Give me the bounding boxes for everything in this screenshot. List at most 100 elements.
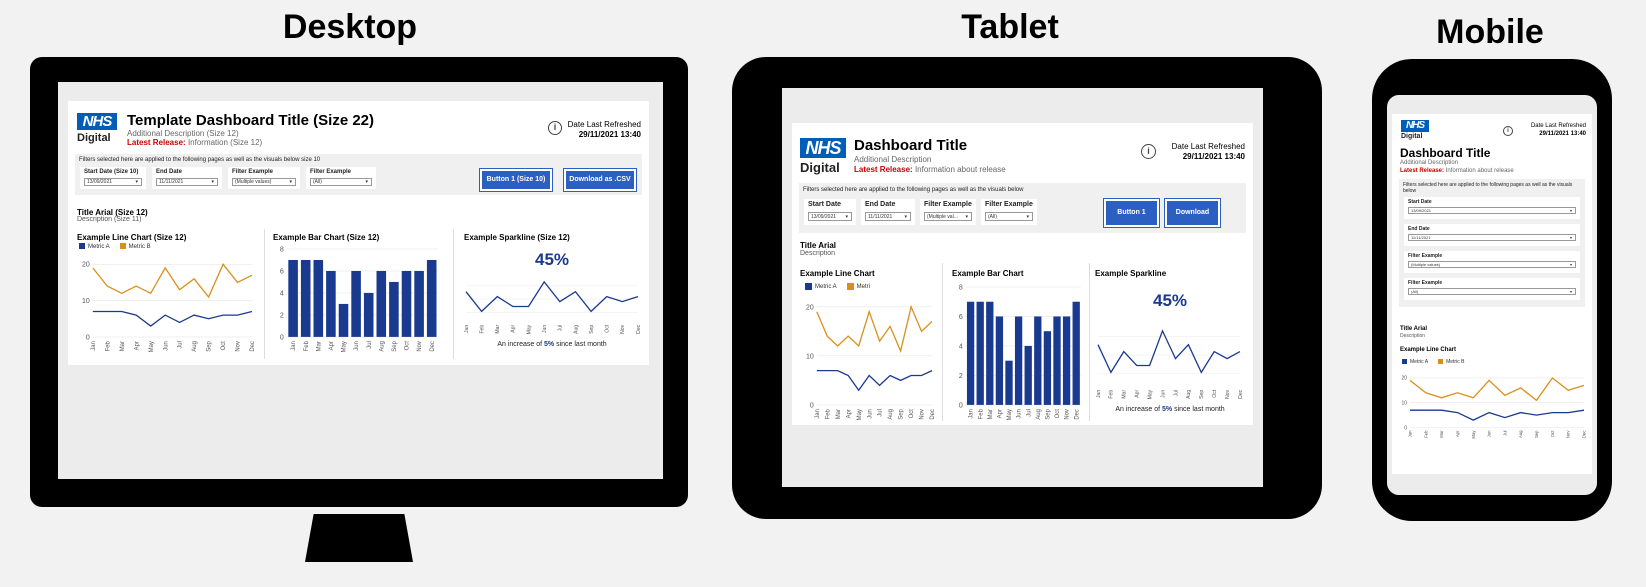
bar — [376, 270, 387, 337]
button-1[interactable]: Button 1 (Size 10) — [479, 168, 553, 192]
bar — [414, 270, 424, 337]
x-tick-label: Mar — [836, 409, 842, 419]
latest-release: Latest Release: Information about releas… — [1400, 168, 1514, 174]
bar — [426, 259, 437, 337]
metric-a-swatch — [805, 283, 812, 290]
section-title: Title Arial — [800, 241, 837, 250]
end-date-filter[interactable]: End Date 11/11/2021 ▾ — [861, 199, 915, 225]
info-icon[interactable]: i — [548, 121, 562, 135]
x-tick-label: Jan — [464, 325, 470, 333]
filter-example-1-select[interactable]: (Multiple values) ▾ — [232, 178, 296, 186]
start-date-select[interactable]: 13/09/2021 ▾ — [808, 212, 852, 221]
bar — [1034, 316, 1042, 405]
filter-example-2-select[interactable]: (All) ▾ — [310, 178, 372, 186]
x-tick-label: Sep — [899, 408, 905, 419]
x-tick-label: Jan — [291, 341, 297, 351]
end-date-select[interactable]: 11/11/2021 ▾ — [865, 212, 911, 221]
section-description: Description (Size 11) — [77, 216, 142, 223]
date-last-refreshed: Date Last Refreshed 29/11/2021 13:40 — [1171, 142, 1245, 161]
start-date-filter[interactable]: Start Date 13/09/2021 ▾ — [804, 199, 856, 225]
x-tick-label: Nov — [620, 324, 626, 334]
filter-example-1[interactable]: Filter Example (Multiple values) ▾ — [1404, 251, 1580, 273]
start-date-select[interactable]: 13/09/2021 ▾ — [84, 178, 142, 186]
button-1[interactable]: Button 1 — [1103, 198, 1160, 228]
filter-example-1-select[interactable]: (Multiple values) ▾ — [1408, 261, 1576, 268]
y-tick-label: 20 — [806, 304, 814, 311]
nhs-logo-sub: Digital — [1401, 133, 1423, 140]
bar — [986, 301, 994, 405]
filter-example-2[interactable]: Filter Example (All) ▾ — [306, 167, 376, 189]
metric-b-swatch — [846, 283, 854, 290]
x-tick-label: Oct — [909, 409, 915, 419]
end-date-filter[interactable]: End Date 11/11/2021 ▾ — [1404, 224, 1580, 246]
sparkline-caption: An increase of 5% since last month — [497, 341, 607, 348]
desktop-dashboard: NHS Digital Template Dashboard Title (Si… — [68, 101, 649, 365]
start-date-select[interactable]: 13/09/2021 ▾ — [1408, 207, 1576, 214]
filter-example-2[interactable]: Filter Example (All) ▾ — [981, 199, 1037, 225]
x-tick-label: May — [342, 341, 348, 352]
desktop-sparkline: Jan Feb Mar Apr May Jun Jul Aug Sep Oct Nov Dec — [464, 280, 642, 334]
filter-example-2-select[interactable]: (All) ▾ — [1408, 288, 1576, 295]
filter-example-2[interactable]: Filter Example (All) ▾ — [1404, 278, 1580, 300]
filter-example-1[interactable]: Filter Example (Multiple val... ▾ — [920, 199, 976, 225]
filter-note: Filters selected here are applied to the… — [1403, 182, 1573, 194]
sparkline-title: Example Sparkline — [1095, 269, 1167, 278]
chevron-down-icon: ▾ — [1026, 214, 1029, 220]
x-tick-label: Dec — [1074, 409, 1080, 420]
nhs-logo: NHS — [77, 113, 117, 130]
tablet-sparkline: Jan Feb Mar Apr May Jun Jul Aug Sep Oct Nov Dec — [1096, 329, 1244, 399]
divider — [453, 229, 454, 359]
metric-b-line — [816, 304, 933, 354]
x-tick-label: Jul — [178, 341, 184, 349]
chevron-down-icon: ▾ — [1569, 262, 1572, 267]
y-tick-label: 20 — [82, 262, 90, 269]
info-icon[interactable]: i — [1503, 126, 1513, 136]
end-date-select[interactable]: 11/11/2021 ▾ — [156, 178, 218, 186]
filter-example-1-select[interactable]: (Multiple val... ▾ — [924, 212, 972, 221]
x-tick-label: Jun — [1160, 390, 1166, 398]
x-tick-label: Aug — [379, 341, 385, 352]
desktop-heading: Desktop — [282, 8, 418, 46]
divider — [1089, 263, 1090, 421]
filter-note: Filters selected here are applied to the… — [803, 187, 1024, 193]
y-tick-label: 4 — [959, 343, 963, 350]
y-tick-label: 0 — [959, 402, 963, 409]
start-date-filter[interactable]: Start Date 13/09/2021 ▾ — [1404, 197, 1580, 219]
mobile-dashboard: NHS Digital i Date Last Refreshed 29/11/2… — [1392, 114, 1592, 474]
download-csv-button[interactable]: Download as .CSV — [563, 168, 637, 192]
metric-a-swatch — [79, 243, 85, 249]
x-tick-label: Mar — [1122, 389, 1128, 398]
y-tick-label: 8 — [280, 246, 284, 253]
line-chart-title: Example Line Chart — [800, 269, 875, 278]
filter-example-2-select[interactable]: (All) ▾ — [985, 212, 1033, 221]
metric-b-line — [1409, 377, 1585, 402]
tablet-dashboard: NHS Digital Dashboard Title Additional D… — [792, 123, 1253, 425]
x-tick-label: Dec — [250, 341, 256, 352]
x-tick-label: Jul — [1502, 430, 1507, 435]
download-button[interactable]: Download — [1164, 198, 1221, 228]
bar — [966, 301, 975, 405]
y-tick-label: 2 — [280, 312, 284, 319]
y-tick-label: 10 — [82, 298, 90, 305]
x-tick-label: Mar — [1439, 430, 1444, 438]
chevron-down-icon: ▾ — [365, 179, 368, 185]
x-tick-label: Feb — [105, 340, 111, 351]
x-tick-label: Jul — [878, 409, 884, 417]
x-tick-label: Jan — [1408, 430, 1413, 437]
y-tick-label: 0 — [280, 334, 284, 341]
end-date-filter[interactable]: End Date 11/11/2021 ▾ — [152, 167, 222, 189]
metric-a-line — [92, 310, 253, 327]
x-tick-label: Dec — [930, 409, 936, 420]
bar — [1024, 345, 1032, 405]
start-date-filter[interactable]: Start Date (Size 10) 13/09/2021 ▾ — [80, 167, 146, 189]
end-date-select[interactable]: 11/11/2021 ▾ — [1408, 234, 1576, 241]
x-tick-label: Sep — [1046, 408, 1052, 419]
chevron-down-icon: ▾ — [845, 214, 848, 220]
info-icon[interactable]: i — [1141, 144, 1156, 159]
filter-example-1[interactable]: Filter Example (Multiple values) ▾ — [228, 167, 300, 189]
divider — [264, 229, 265, 359]
y-tick-label: 0 — [810, 402, 814, 409]
x-tick-label: Jun — [867, 409, 873, 419]
metric-a-line — [1097, 329, 1241, 374]
x-tick-label: Feb — [1109, 390, 1115, 399]
